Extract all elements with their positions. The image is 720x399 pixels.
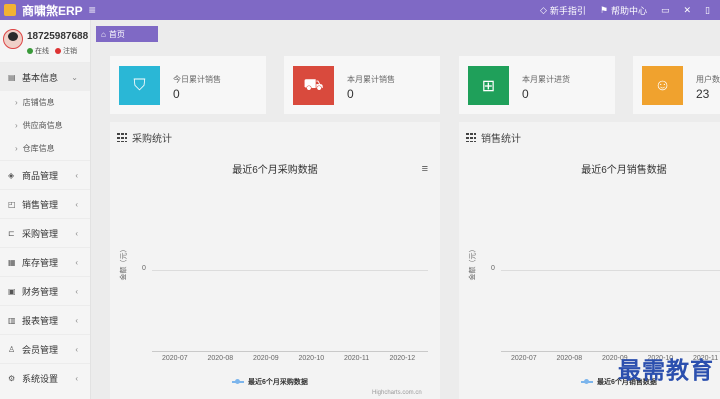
home-icon: ⌂ (101, 29, 106, 39)
sidebar-item-products[interactable]: ◈ 商品管理 ‹ (0, 160, 90, 189)
lock-icon[interactable]: ▯ (705, 5, 710, 16)
chart-menu-icon[interactable]: ≡ (422, 163, 428, 175)
app-title: 商啸煞ERP (22, 3, 83, 18)
user-panel: 18725987688 在线 注销 (0, 20, 90, 62)
chart-title: 最近6个月采购数据 (232, 165, 318, 176)
gridline (152, 270, 428, 271)
chevron-down-icon: ⌄ (71, 72, 78, 82)
money-icon: ▣ (8, 286, 16, 296)
purchase-panel: 采购统计 最近6个月采购数据 ≡ 金额（元） 0 2020-07 2020-08 2… (110, 122, 440, 399)
shopping-bag-icon: ⛉ (119, 66, 160, 105)
card-users: ☺ 用户数 23 (633, 56, 720, 114)
gear-icon: ⚙ (8, 373, 16, 383)
top-bar: 商啸煞ERP ≡ ◇ 新手指引 ⚑ 帮助中心 ▭ ✕ ▯ (0, 0, 720, 20)
x-tick-label: 2020-08 (207, 355, 234, 362)
sidebar-subitem-supplier-info[interactable]: › 供应商信息 (0, 114, 90, 137)
app-logo-icon (4, 4, 16, 16)
online-status: 在线 (27, 46, 49, 56)
chart-title: 最近6个月销售数据 (581, 165, 667, 176)
sidebar-item-purchase[interactable]: ⊏ 采购管理 ‹ (0, 218, 90, 247)
chevron-left-icon: ‹ (75, 199, 78, 209)
x-tick-label: 2020-08 (556, 355, 583, 362)
logout-link[interactable]: 注销 (55, 46, 77, 56)
chevron-left-icon: ‹ (75, 344, 78, 354)
panel-heading: 销售统计 (481, 134, 521, 145)
sidebar-item-basic-info[interactable]: ▤ 基本信息 ⌄ (0, 62, 90, 91)
card-month-purchase: ⊞ 本月累计进货 0 (459, 56, 615, 114)
watermark-logo: 最需教育 (618, 357, 714, 384)
hamburger-icon[interactable]: ≡ (89, 3, 96, 17)
chevron-left-icon: ‹ (75, 228, 78, 238)
sidebar-subitem-warehouse-info[interactable]: › 仓库信息 (0, 137, 90, 160)
grid-icon: ▦ (8, 257, 16, 267)
legend-marker-icon (232, 379, 244, 384)
fullscreen-icon[interactable]: ✕ (684, 5, 692, 16)
gridline (501, 270, 720, 271)
card-today-sales: ⛉ 今日累计销售 0 (110, 56, 266, 114)
y-tick-label: 0 (142, 265, 146, 272)
y-axis-label: 金额（元） (469, 245, 477, 281)
x-tick-label: 2020-07 (162, 355, 188, 362)
card-value: 0 (347, 87, 354, 101)
basket-icon: ⊞ (468, 66, 509, 105)
chevron-left-icon: ‹ (75, 170, 78, 180)
cart-icon: ⛟ (293, 66, 334, 105)
card-value: 0 (173, 87, 180, 101)
guide-link[interactable]: ◇ 新手指引 (540, 4, 586, 17)
chevron-left-icon: ‹ (75, 286, 78, 296)
help-label: 帮助中心 (610, 5, 647, 16)
help-link[interactable]: ⚑ 帮助中心 (600, 4, 647, 17)
guide-label: 新手指引 (549, 5, 586, 16)
y-axis-label: 金额（元） (120, 245, 128, 281)
chart-credits[interactable]: Highcharts.com.cn (372, 390, 422, 396)
sidebar: 18725987688 在线 注销 ▤ 基本信息 ⌄ › 店铺信息 › 供应商信息 … (0, 20, 91, 399)
user-icon: ♙ (8, 344, 16, 354)
report-icon: ▥ (8, 315, 16, 325)
x-tick-label: 2020-09 (253, 355, 279, 362)
legend-marker-icon (581, 379, 593, 384)
username: 18725987688 (27, 31, 89, 42)
online-dot-icon (27, 48, 33, 54)
x-tick-label: 2020-11 (344, 355, 370, 362)
sidebar-item-members[interactable]: ♙ 会员管理 ‹ (0, 334, 90, 363)
sidebar-item-inventory[interactable]: ▦ 库存管理 ‹ (0, 247, 90, 276)
card-value: 23 (696, 87, 710, 101)
logout-dot-icon (55, 48, 61, 54)
sidebar-item-settings[interactable]: ⚙ 系统设置 ‹ (0, 363, 90, 392)
panel-heading: 采购统计 (132, 134, 172, 145)
chart-legend[interactable]: 最近6个月采购数据 (232, 377, 308, 387)
id-card-icon: ▤ (8, 72, 16, 82)
card-month-sales: ⛟ 本月累计销售 0 (284, 56, 440, 114)
grid-icon (117, 133, 127, 142)
truck-icon: ⊏ (8, 228, 15, 238)
box-icon: ◈ (8, 170, 15, 180)
avatar (3, 29, 23, 49)
sidebar-subitem-shop-info[interactable]: › 店铺信息 (0, 91, 90, 114)
bag-icon: ◰ (8, 199, 16, 209)
grid-icon (466, 133, 476, 142)
sidebar-item-finance[interactable]: ▣ 财务管理 ‹ (0, 276, 90, 305)
chevron-left-icon: ‹ (75, 315, 78, 325)
x-tick-label: 2020-12 (389, 355, 416, 362)
message-icon[interactable]: ▭ (661, 5, 670, 16)
x-tick-label: 2020-10 (298, 355, 325, 362)
sidebar-item-sales[interactable]: ◰ 销售管理 ‹ (0, 189, 90, 218)
diamond-icon: ◇ (539, 4, 547, 15)
x-tick-label: 2020-07 (511, 355, 537, 362)
users-icon: ☺ (642, 66, 683, 105)
x-axis-line (152, 351, 428, 352)
card-value: 0 (522, 87, 529, 101)
tab-home[interactable]: ⌂ 首页 (96, 26, 158, 42)
chevron-left-icon: ‹ (75, 373, 78, 383)
chevron-left-icon: ‹ (75, 257, 78, 267)
sidebar-item-reports[interactable]: ▥ 报表管理 ‹ (0, 305, 90, 334)
flag-icon: ⚑ (599, 4, 608, 15)
y-tick-label: 0 (491, 265, 495, 272)
